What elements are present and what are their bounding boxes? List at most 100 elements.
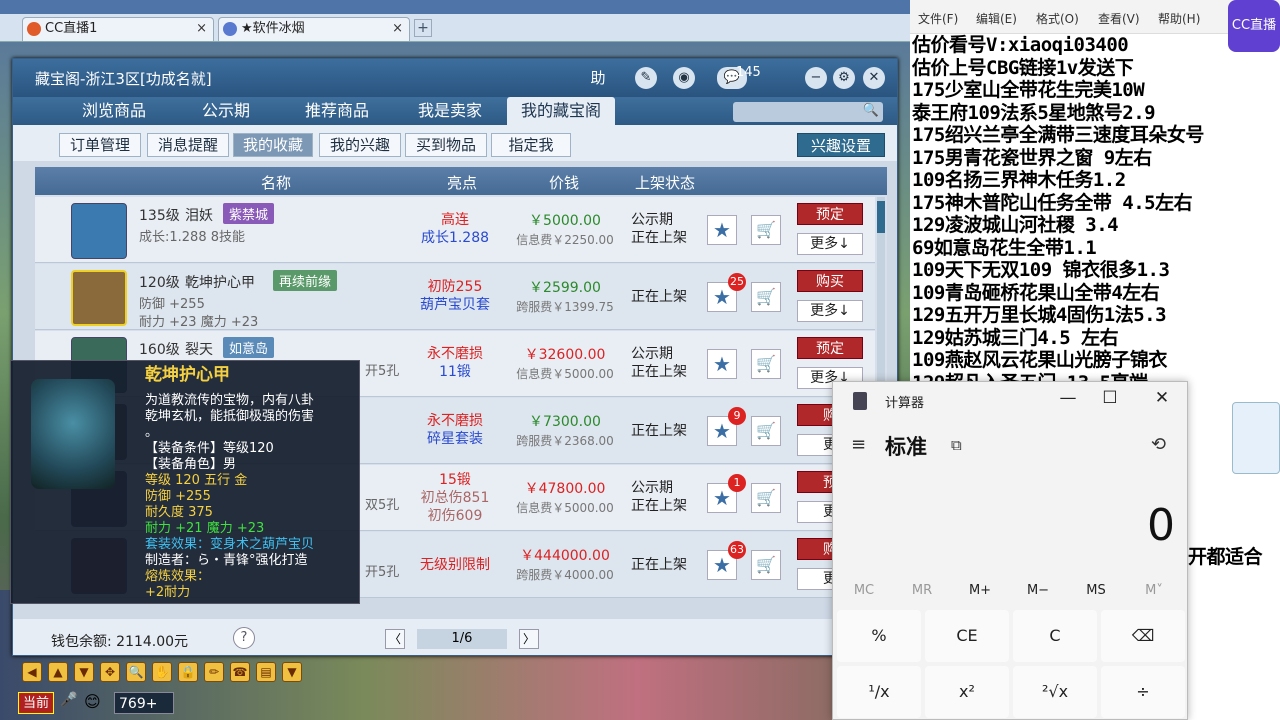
list-icon[interactable]: ▤ <box>256 662 276 682</box>
percent-button[interactable]: % <box>837 610 921 662</box>
lock-icon[interactable]: 🔒 <box>178 662 198 682</box>
reciprocal-button[interactable]: ¹/x <box>837 666 921 718</box>
column-name: 名称 <box>261 174 292 192</box>
move-icon[interactable]: ✥ <box>100 662 120 682</box>
record-icon[interactable]: ◉ <box>673 67 695 89</box>
favorite-star-icon[interactable]: ★ <box>707 215 737 245</box>
tooltip-line: +2耐力 <box>145 585 191 600</box>
menu-file[interactable]: 文件(F) <box>918 10 958 27</box>
primary-action-button[interactable]: 预定 <box>797 203 863 225</box>
previous-page-button[interactable]: 〈 <box>385 629 405 649</box>
item-icon[interactable] <box>71 203 127 259</box>
favorite-star-icon[interactable]: ★ 9 <box>707 407 746 446</box>
down-arrow-icon[interactable]: ▼ <box>74 662 94 682</box>
history-icon[interactable]: ⟲ <box>1151 434 1166 455</box>
primary-action-button[interactable]: 购买 <box>797 270 863 292</box>
search-input[interactable]: 🔍 <box>733 102 883 122</box>
memory-list-button[interactable]: M˅ <box>1125 583 1183 598</box>
next-page-button[interactable]: 〉 <box>519 629 539 649</box>
tab-my-pavilion[interactable]: 我的藏宝阁 <box>507 97 615 125</box>
order-management-button[interactable]: 订单管理 <box>59 133 141 157</box>
minimize-icon[interactable]: − <box>805 67 827 89</box>
window-titlebar: 藏宝阁-浙江3区[功成名就] 助 ✎ ◉ 💬 145 − ⚙ ✕ <box>13 59 897 97</box>
more-options-button[interactable]: 更多↓ <box>797 300 863 322</box>
edit-icon[interactable]: ✎ <box>635 67 657 89</box>
column-highlight: 亮点 <box>447 174 478 192</box>
search-icon[interactable]: 🔍 <box>126 662 146 682</box>
favorite-count-badge: 1 <box>728 474 746 492</box>
window-title: 藏宝阁-浙江3区[功成名就] <box>35 70 212 88</box>
item-price: ￥5000.00 <box>529 213 601 229</box>
help-icon[interactable]: ? <box>233 627 255 649</box>
primary-action-button[interactable]: 预定 <box>797 337 863 359</box>
purchased-items-button[interactable]: 买到物品 <box>405 133 487 157</box>
cart-icon[interactable]: 🛒 <box>751 483 781 513</box>
table-row[interactable]: 120级 乾坤护心甲 再续前缘 防御 +255 耐力 +23 魔力 +23 初防255 葫芦… <box>35 264 875 330</box>
phone-icon[interactable]: ☎ <box>230 662 250 682</box>
my-interests-button[interactable]: 我的兴趣 <box>319 133 401 157</box>
scrollbar-thumb[interactable] <box>877 201 885 233</box>
emoji-icon[interactable]: 😊 <box>84 692 108 714</box>
left-arrow-icon[interactable]: ◀ <box>22 662 42 682</box>
keep-on-top-icon[interactable]: ⧉ <box>951 436 962 454</box>
memory-subtract-button[interactable]: M− <box>1009 583 1067 598</box>
close-tab-icon[interactable]: × <box>196 18 207 40</box>
divide-button[interactable]: ÷ <box>1101 666 1185 718</box>
menu-format[interactable]: 格式(O) <box>1036 10 1079 27</box>
browser-tab-cc-live[interactable]: CC直播1 × <box>22 17 214 41</box>
dropdown-icon[interactable]: ▼ <box>282 662 302 682</box>
cart-icon[interactable]: 🛒 <box>751 550 781 580</box>
memory-add-button[interactable]: M+ <box>951 583 1009 598</box>
square-root-button[interactable]: ²√x <box>1013 666 1097 718</box>
hand-icon[interactable]: ✋ <box>152 662 172 682</box>
listing-status: 正在上架 <box>631 498 687 514</box>
current-channel-button[interactable]: 当前 <box>18 692 54 714</box>
close-tab-icon[interactable]: × <box>392 18 403 40</box>
item-icon[interactable] <box>71 270 127 326</box>
message-reminder-button[interactable]: 消息提醒 <box>147 133 229 157</box>
close-icon[interactable]: ✕ <box>1147 388 1177 412</box>
clear-entry-button[interactable]: CE <box>925 610 1009 662</box>
pen-icon[interactable]: ✏ <box>204 662 224 682</box>
item-name: 乾坤护心甲 <box>185 275 255 291</box>
menu-help[interactable]: 帮助(H) <box>1158 10 1200 27</box>
interest-settings-button[interactable]: 兴趣设置 <box>797 133 885 157</box>
tooltip-line: 。 <box>145 425 159 440</box>
square-button[interactable]: x² <box>925 666 1009 718</box>
close-window-icon[interactable]: ✕ <box>863 67 885 89</box>
browser-tab-software[interactable]: ★软件冰烟 × <box>218 17 410 41</box>
new-tab-button[interactable]: + <box>414 19 432 37</box>
microphone-icon[interactable]: 🎤 <box>60 692 80 714</box>
memory-recall-button[interactable]: MR <box>893 583 951 598</box>
up-arrow-icon[interactable]: ▲ <box>48 662 68 682</box>
cart-icon[interactable]: 🛒 <box>751 349 781 379</box>
backspace-button[interactable]: ⌫ <box>1101 610 1185 662</box>
cart-icon[interactable]: 🛒 <box>751 416 781 446</box>
menu-edit[interactable]: 编辑(E) <box>976 10 1017 27</box>
cart-icon[interactable]: 🛒 <box>751 215 781 245</box>
favorite-star-icon[interactable]: ★ <box>707 349 737 379</box>
settings-gear-icon[interactable]: ⚙ <box>833 67 855 89</box>
maximize-icon[interactable]: ☐ <box>1095 388 1125 412</box>
hamburger-menu-icon[interactable]: ≡ <box>851 434 866 455</box>
help-button[interactable]: 助 <box>587 67 609 89</box>
favorite-star-icon[interactable]: ★ 63 <box>707 541 746 580</box>
menu-view[interactable]: 查看(V) <box>1098 10 1140 27</box>
memory-store-button[interactable]: MS <box>1067 583 1125 598</box>
designated-me-button[interactable]: 指定我 <box>491 133 571 157</box>
more-options-button[interactable]: 更多↓ <box>797 233 863 255</box>
tab-browse-goods[interactable]: 浏览商品 <box>57 97 171 125</box>
favorite-star-icon[interactable]: ★ 1 <box>707 474 746 513</box>
item-highlight: 无级别限制 <box>420 557 490 573</box>
tab-public-period[interactable]: 公示期 <box>173 97 279 125</box>
item-highlight: 初防255 <box>427 279 483 295</box>
table-row[interactable]: 135级 泪妖 紫禁城 成长:1.288 8技能 高连 成长1.288 ￥5000.00 信息… <box>35 197 875 263</box>
tab-recommended[interactable]: 推荐商品 <box>281 97 393 125</box>
memory-clear-button[interactable]: MC <box>835 583 893 598</box>
cart-icon[interactable]: 🛒 <box>751 282 781 312</box>
favorite-star-icon[interactable]: ★ 25 <box>707 273 746 312</box>
minimize-icon[interactable]: — <box>1053 388 1083 412</box>
tab-seller[interactable]: 我是卖家 <box>397 97 503 125</box>
my-favorites-button[interactable]: 我的收藏 <box>233 133 313 157</box>
clear-button[interactable]: C <box>1013 610 1097 662</box>
